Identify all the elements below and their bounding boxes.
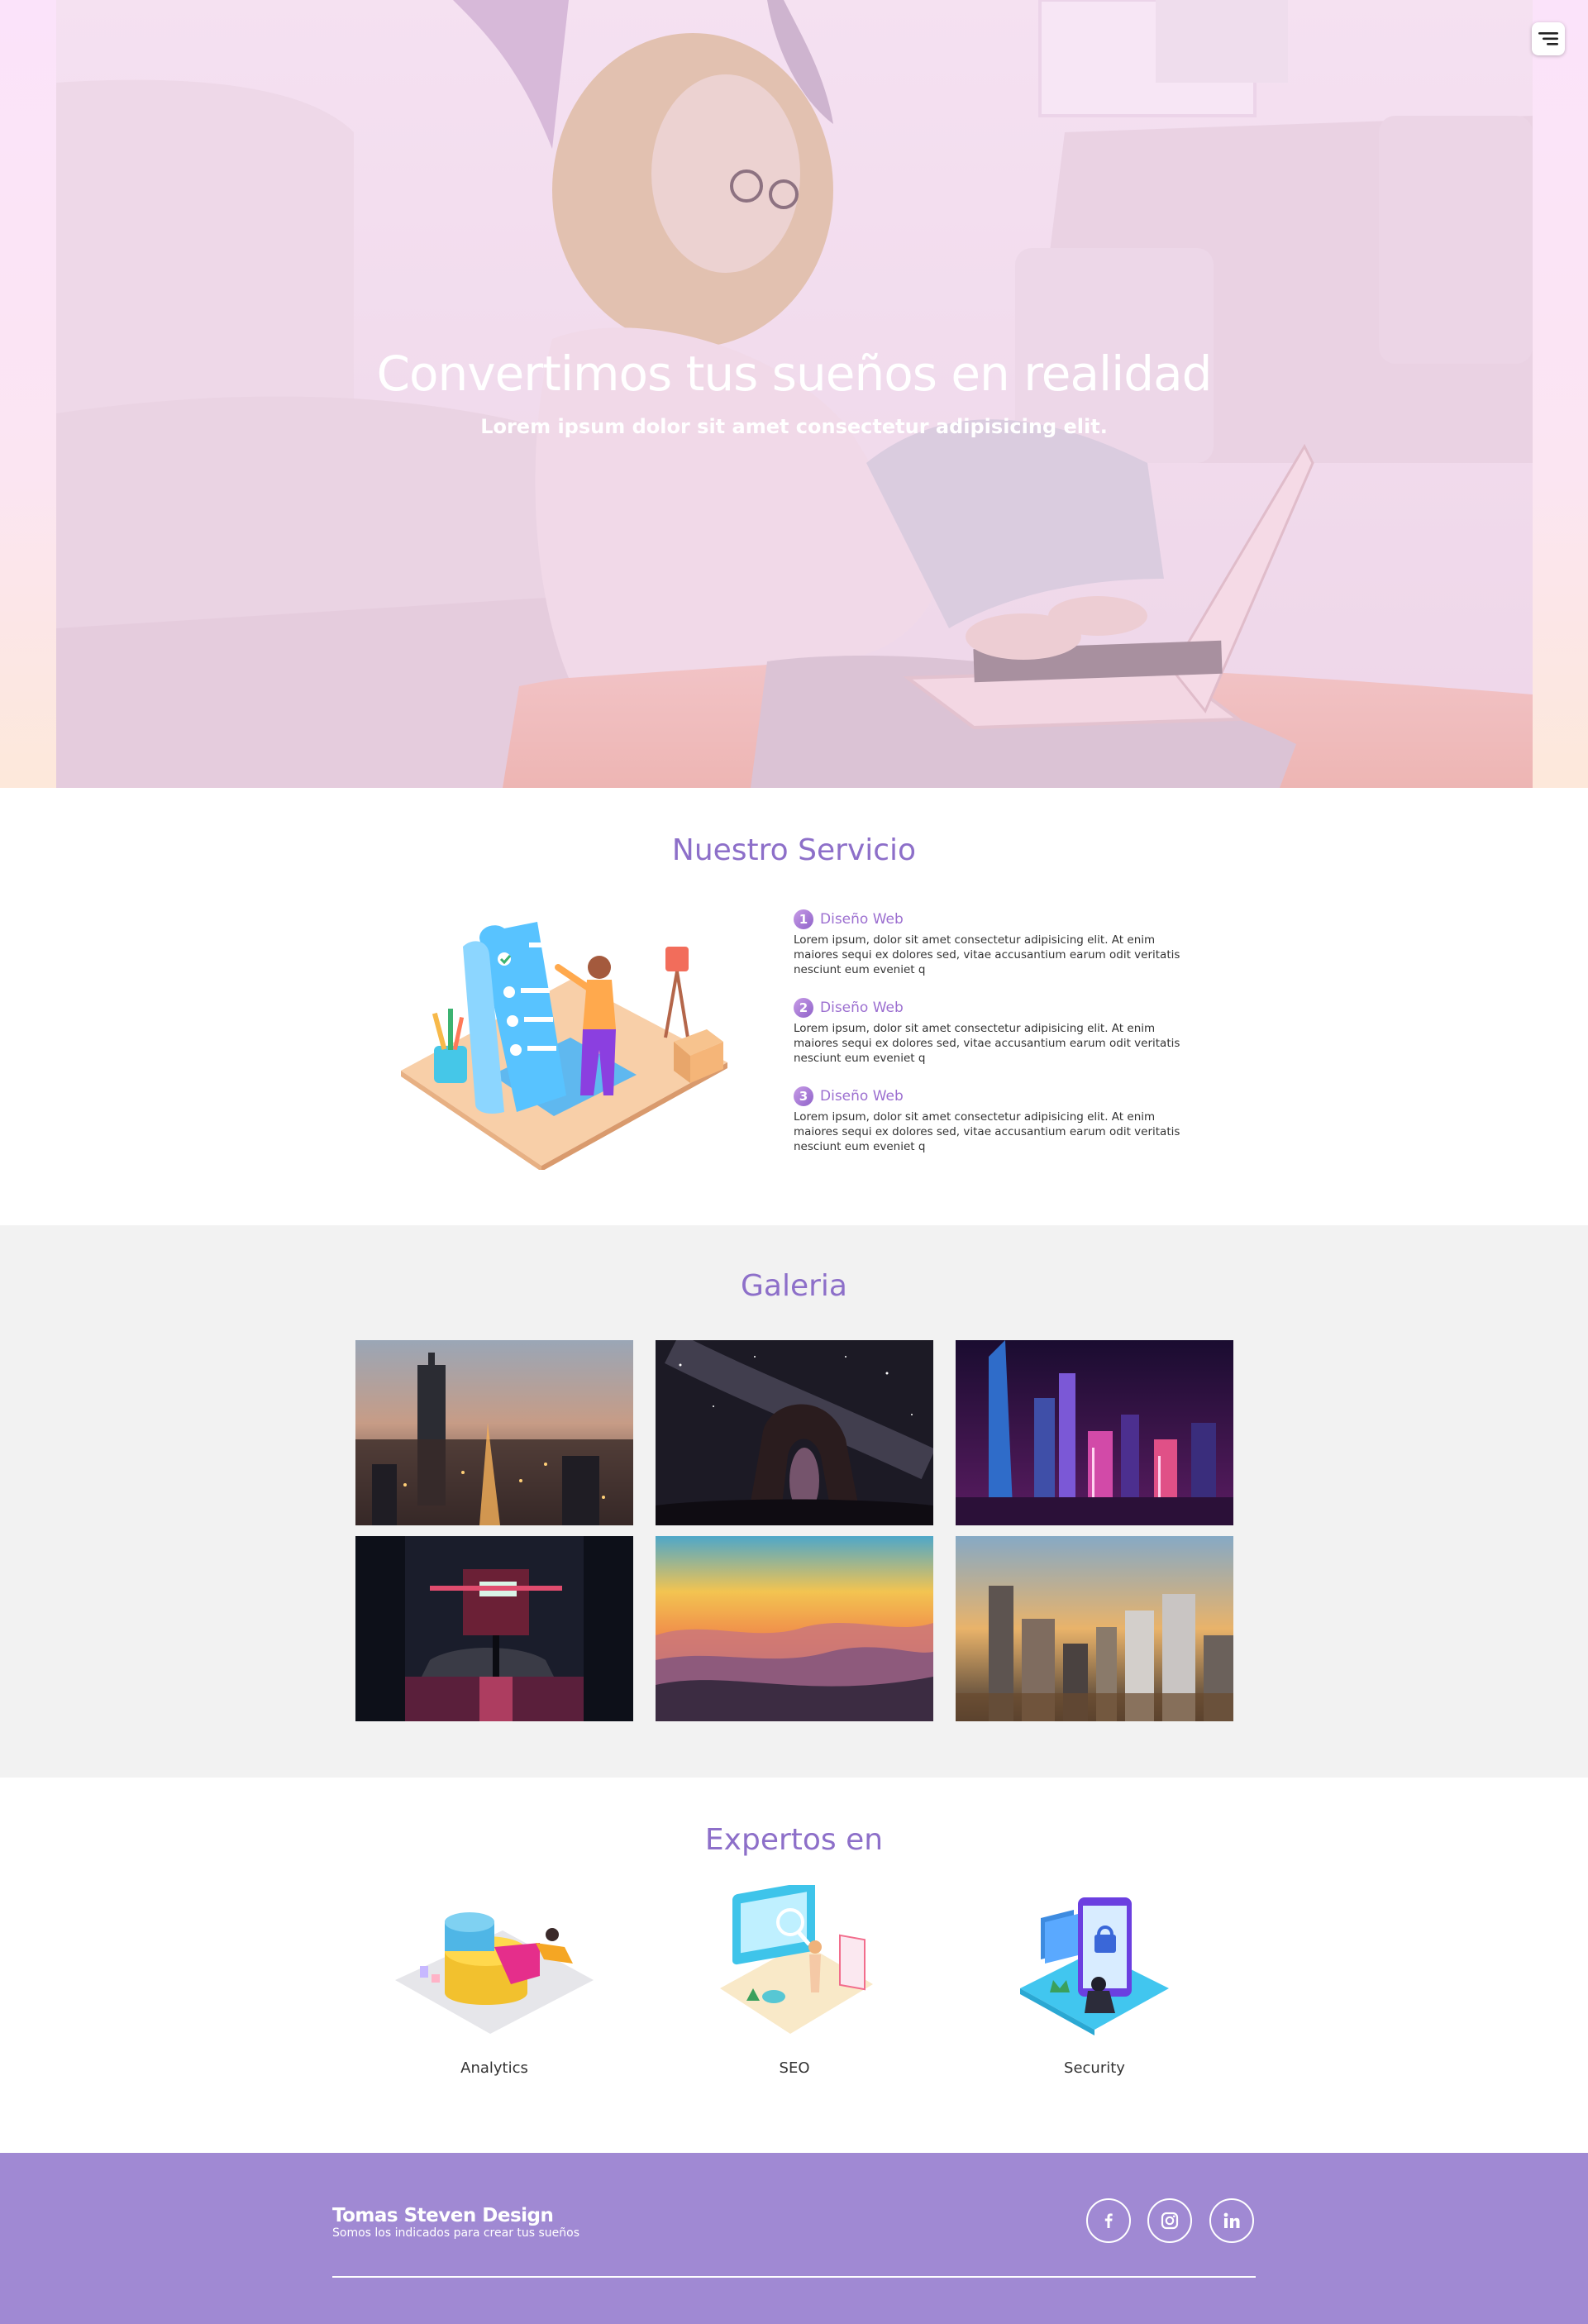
footer-brand: Tomas Steven Design	[332, 2205, 554, 2226]
service-item-title: Diseño Web	[820, 1088, 904, 1105]
hero-title: Convertimos tus sueños en realidad	[376, 346, 1213, 402]
service-item-text: Lorem ipsum, dolor sit amet consectetur …	[794, 933, 1180, 976]
expert-label: Security	[1064, 2059, 1125, 2077]
service-number-badge: 1	[794, 909, 813, 929]
service-item-title: Diseño Web	[820, 911, 904, 928]
facebook-icon	[1104, 2213, 1113, 2228]
instagram-icon	[1161, 2212, 1179, 2230]
expert-item-seo: SEO	[695, 1881, 894, 2077]
expert-item-security: Security	[995, 1885, 1194, 2077]
footer-divider	[332, 2276, 1256, 2278]
instagram-link[interactable]	[1147, 2198, 1192, 2243]
gallery-image-starry-rock-arch[interactable]	[656, 1340, 933, 1525]
service-number-badge: 2	[794, 998, 813, 1018]
gallery-image-city-night-aerial[interactable]	[355, 1340, 633, 1525]
service-number-badge: 3	[794, 1086, 813, 1106]
service-item: 1 Diseño Web Lorem ipsum, dolor sit amet …	[794, 909, 1207, 977]
linkedin-link[interactable]	[1209, 2198, 1254, 2243]
footer	[0, 2153, 1588, 2324]
experts-title: Expertos en	[704, 1823, 884, 1857]
services-title: Nuestro Servicio	[671, 833, 917, 867]
expert-label: Analytics	[460, 2059, 528, 2077]
gallery-image-golden-city-towers[interactable]	[956, 1536, 1233, 1721]
menu-icon	[1538, 32, 1558, 45]
expert-label: SEO	[779, 2059, 810, 2077]
facebook-link[interactable]	[1086, 2198, 1131, 2243]
menu-button[interactable]	[1532, 22, 1565, 55]
service-item: 3 Diseño Web Lorem ipsum, dolor sit amet …	[794, 1086, 1207, 1154]
hero-section: Convertimos tus sueños en realidad Lorem…	[0, 0, 1588, 788]
service-item: 2 Diseño Web Lorem ipsum, dolor sit amet …	[794, 998, 1207, 1066]
gallery-title: Galeria	[741, 1269, 847, 1303]
service-item-title: Diseño Web	[820, 1000, 904, 1016]
service-item-text: Lorem ipsum, dolor sit amet consectetur …	[794, 1022, 1180, 1065]
security-illustration	[1020, 1897, 1169, 2035]
gallery-image-sunset-mountains[interactable]	[656, 1536, 933, 1721]
footer-tagline: Somos los indicados para crear tus sueño…	[332, 2226, 580, 2240]
service-illustration	[397, 905, 732, 1172]
linkedin-icon	[1223, 2212, 1240, 2228]
analytics-illustration	[395, 1912, 594, 2034]
hero-subtitle: Lorem ipsum dolor sit amet consectetur a…	[480, 415, 1108, 438]
expert-item-analytics: Analytics	[395, 1885, 594, 2077]
seo-illustration	[720, 1881, 873, 2034]
service-item-text: Lorem ipsum, dolor sit amet consectetur …	[794, 1110, 1180, 1153]
gallery-image-neon-skyline[interactable]	[956, 1340, 1233, 1525]
gallery-image-neon-alley-rain[interactable]	[355, 1536, 633, 1721]
